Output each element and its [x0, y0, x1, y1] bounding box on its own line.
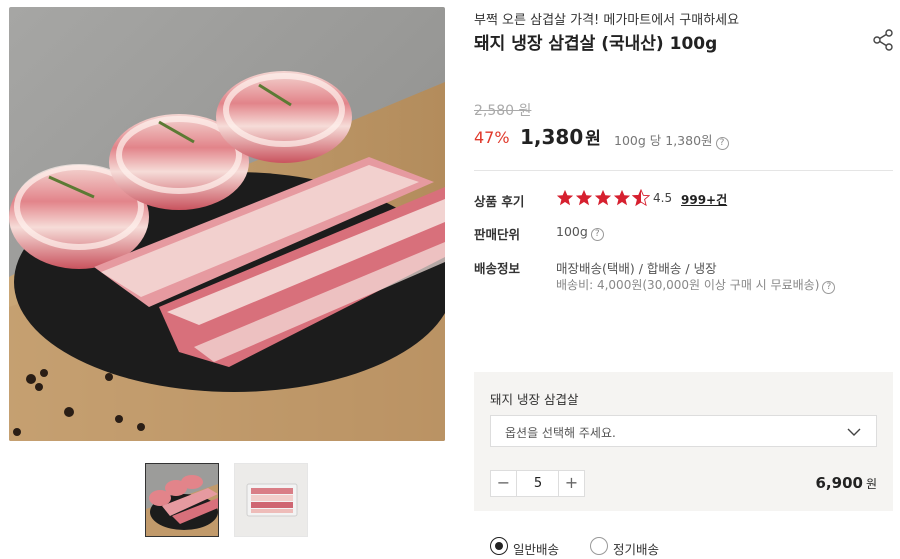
total-price: 6,900 원	[816, 474, 878, 492]
option-select-placeholder: 옵션을 선택해 주세요.	[505, 426, 616, 440]
info-icon[interactable]: ?	[822, 281, 836, 294]
sale-price-unit: 원	[585, 129, 601, 149]
total-price-unit: 원	[865, 477, 877, 491]
quantity-input[interactable]	[518, 471, 558, 496]
total-price-value: 6,900	[815, 474, 863, 492]
main-product-image	[9, 7, 445, 441]
unit-price-text: 100g 당 1,380원	[614, 133, 713, 148]
star-icon	[556, 189, 574, 205]
star-icon	[613, 189, 631, 205]
option-select[interactable]: 옵션을 선택해 주세요.	[490, 415, 877, 447]
chevron-down-icon	[847, 428, 861, 436]
radio-selected-icon	[490, 537, 508, 555]
rating-value: 4.5	[653, 191, 673, 205]
half-star-icon	[632, 188, 650, 206]
option-box: 돼지 냉장 삼겹살 옵션을 선택해 주세요. − + 6,900원	[474, 372, 893, 511]
thumbnail-1[interactable]	[145, 463, 219, 537]
divider	[474, 170, 893, 171]
delivery-radio-subscription-label: 정기배송	[613, 542, 660, 557]
share-button[interactable]	[871, 28, 895, 52]
product-title: 돼지 냉장 삼겹살 (국내산) 100g	[474, 34, 718, 54]
delivery-radio-subscription[interactable]: 정기배송	[590, 536, 670, 557]
discount-rate: 47%	[474, 128, 510, 147]
radio-unselected-icon	[590, 537, 608, 555]
review-label: 상품 후기	[474, 194, 525, 209]
sale-price: 1,380 원	[520, 124, 601, 149]
quantity-increase-button[interactable]: +	[558, 471, 584, 496]
sale-unit-label: 판매단위	[474, 227, 521, 242]
promo-text: 부쩍 오른 삼겹살 가격! 메가마트에서 구매하세요	[474, 13, 740, 28]
share-icon	[873, 29, 893, 51]
quantity-stepper: − +	[490, 470, 585, 497]
plus-icon: +	[564, 473, 579, 492]
quantity-decrease-button[interactable]: −	[491, 471, 517, 496]
sale-unit-value: 100g?	[556, 224, 604, 241]
unit-price: 100g 당 1,380원?	[614, 130, 729, 150]
delivery-radio-normal[interactable]: 일반배송	[490, 536, 570, 557]
star-rating	[556, 187, 651, 207]
minus-icon: −	[496, 473, 511, 492]
thumbnail-2[interactable]	[234, 463, 308, 537]
review-count-link[interactable]: 999+건	[681, 191, 727, 208]
thumbnail-photo-2	[235, 464, 307, 536]
shipping-fee: 배송비: 4,000원(30,000원 이상 구매 시 무료배송)?	[556, 276, 836, 294]
sale-price-value: 1,380	[520, 125, 584, 149]
info-icon[interactable]: ?	[715, 137, 729, 150]
thumbnail-photo-1	[146, 464, 218, 536]
pork-belly-photo	[9, 7, 445, 441]
star-icon	[575, 189, 593, 205]
shipping-label: 배송정보	[474, 261, 521, 276]
info-icon[interactable]: ?	[590, 228, 604, 241]
shipping-method: 매장배송(택배) / 합배송 / 냉장	[556, 261, 717, 276]
sale-unit-text: 100g	[556, 224, 588, 239]
option-product-name: 돼지 냉장 삼겹살	[490, 392, 579, 407]
delivery-radio-normal-label: 일반배송	[513, 542, 560, 557]
original-price: 2,580 원	[474, 103, 532, 119]
star-icon	[594, 189, 612, 205]
shipping-fee-text: 배송비: 4,000원(30,000원 이상 구매 시 무료배송)	[556, 278, 820, 292]
